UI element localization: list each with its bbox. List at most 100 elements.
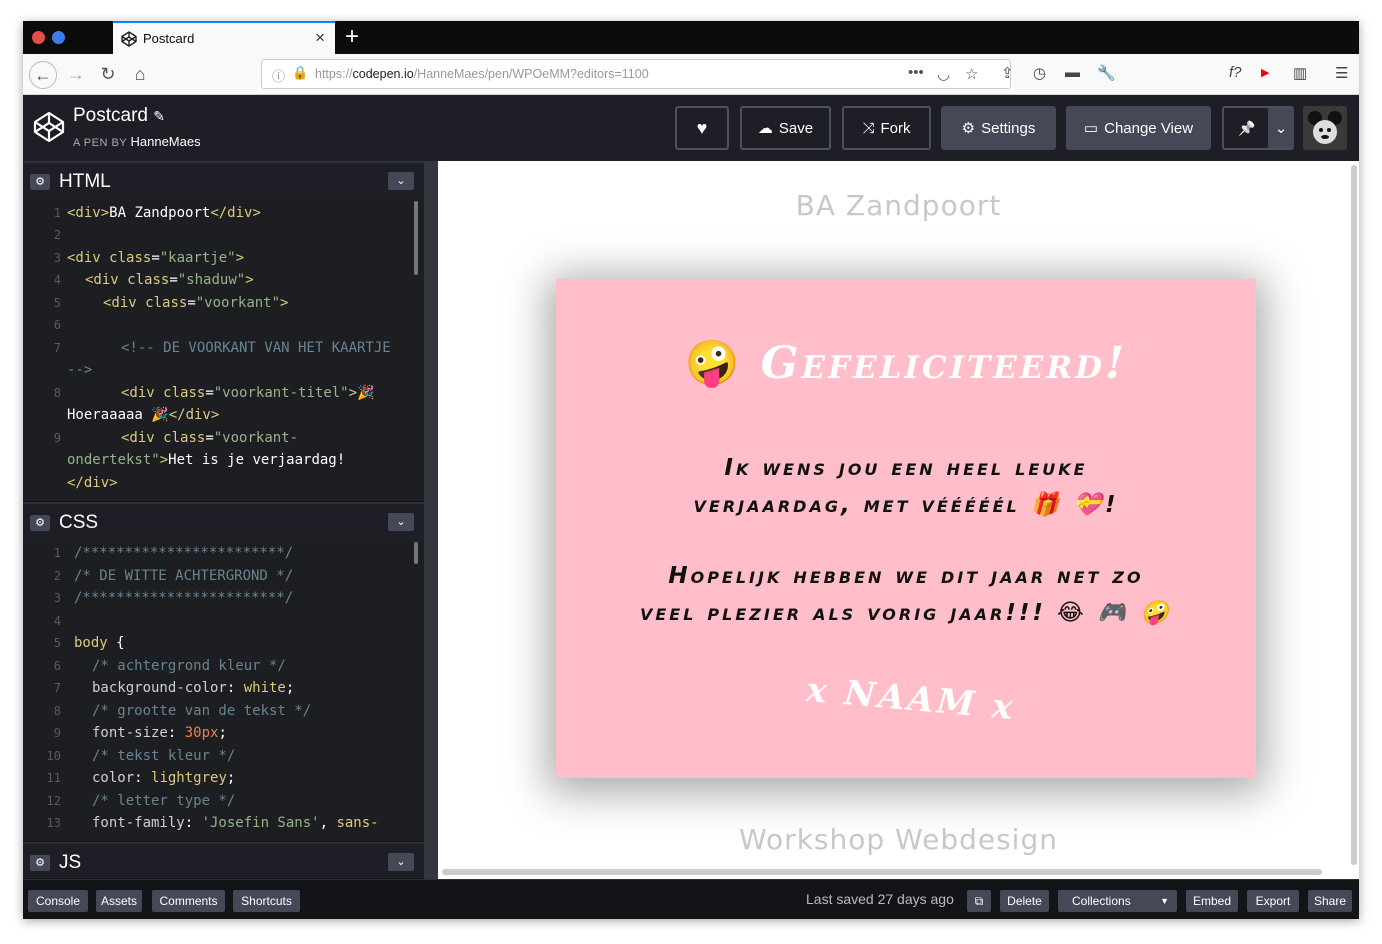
minimize-window-button[interactable] <box>52 31 65 44</box>
card-title: 🤪 Gefeliciteerd! <box>684 338 1128 389</box>
assets-button[interactable]: Assets <box>96 890 142 912</box>
chevron-down-icon[interactable]: ⌄ <box>388 172 414 190</box>
close-icon[interactable]: × <box>315 28 325 48</box>
pen-title[interactable]: Postcard ✎ <box>73 105 165 127</box>
code-line: /************************/ <box>74 545 294 561</box>
line-number: 2 <box>53 569 61 583</box>
code-line: /* tekst kleur */ <box>92 748 236 764</box>
library-icon[interactable]: ⇪ <box>1001 64 1014 82</box>
forward-arrow-icon[interactable]: → <box>63 61 89 87</box>
line-number: 1 <box>53 206 61 220</box>
codepen-logo-icon[interactable] <box>33 111 65 143</box>
code-line: /* letter type */ <box>92 793 236 809</box>
fork-icon: ⤨ <box>862 119 875 137</box>
line-number: 3 <box>53 591 61 605</box>
export-button[interactable]: Export <box>1247 890 1299 912</box>
js-editor-header[interactable]: ⚙ JS ⌄ <box>23 842 424 878</box>
chevron-down-icon[interactable]: ⌄ <box>388 853 414 871</box>
navigation-bar: ← → ↻ ⌂ ⓘ 🔒 https://codepen.io/HanneMaes… <box>23 54 1359 95</box>
html-editor-scrollbar[interactable] <box>414 201 418 275</box>
home-icon[interactable]: ⌂ <box>127 61 153 87</box>
wrench-icon[interactable]: 🔧 <box>1097 64 1116 82</box>
edit-pencil-icon[interactable]: ✎ <box>153 108 165 124</box>
pocket-icon[interactable]: ◡ <box>937 65 950 83</box>
code-line: <div class="voorkant-titel">🎉 <box>121 385 375 401</box>
card-text-line: veel plezier als vorig jaar!!! 😂 🎮 🤪 <box>639 600 1172 626</box>
embed-button[interactable]: Embed <box>1186 890 1238 912</box>
new-tab-button[interactable]: + <box>345 23 359 51</box>
save-button[interactable]: ☁ Save <box>740 106 831 150</box>
line-number: 4 <box>53 614 61 628</box>
caret-down-icon: ▼ <box>1160 896 1169 906</box>
more-actions-icon[interactable]: ••• <box>908 64 924 81</box>
preview-pane[interactable]: BA Zandpoort 🤪 Gefeliciteerd! Ik wens jo… <box>438 161 1359 879</box>
chevron-down-icon[interactable]: ⌄ <box>1268 108 1294 148</box>
html-code-editor[interactable]: 1 2 3 4 5 6 7 8 9 <div>BA Zandpoort</div… <box>23 197 424 501</box>
css-editor-header[interactable]: ⚙ CSS ⌄ <box>23 502 424 538</box>
info-icon[interactable]: ⓘ <box>272 66 285 85</box>
reload-icon[interactable]: ↻ <box>95 61 121 87</box>
open-external-icon[interactable]: ⧉ <box>967 890 991 912</box>
html-editor-header[interactable]: ⚙ HTML ⌄ <box>23 161 424 197</box>
code-line: Hoeraaaaa 🎉</div> <box>67 407 220 423</box>
line-number: 7 <box>53 341 61 355</box>
fork-button[interactable]: ⤨ Fork <box>842 106 931 150</box>
preview-vertical-scrollbar[interactable] <box>1351 165 1357 865</box>
console-button[interactable]: Console <box>28 890 88 912</box>
line-number: 11 <box>46 771 61 785</box>
card-text-line: verjaardag, met vééééél 🎁 💝! <box>693 492 1119 518</box>
line-number: 8 <box>53 704 61 718</box>
fence-icon[interactable]: ▥ <box>1293 64 1307 82</box>
share-button[interactable]: Share <box>1308 890 1352 912</box>
insecure-lock-icon[interactable]: 🔒 <box>292 65 308 81</box>
delete-button[interactable]: Delete <box>1000 890 1049 912</box>
shortcuts-button[interactable]: Shortcuts <box>233 890 300 912</box>
pin-button[interactable]: 📌 ⌄ <box>1222 106 1294 150</box>
url-bar[interactable]: ⓘ 🔒 https://codepen.io/HanneMaes/pen/WPO… <box>261 59 1011 89</box>
css-code-editor[interactable]: 1 2 3 4 5 6 7 8 9 10 11 12 13 /*********… <box>23 538 424 841</box>
history-icon[interactable]: ◷ <box>1033 64 1046 82</box>
code-line: <div class="shaduw"> <box>85 272 254 288</box>
gear-icon[interactable]: ⚙ <box>30 855 50 871</box>
line-number: 13 <box>46 816 61 830</box>
close-window-button[interactable] <box>32 31 45 44</box>
hamburger-menu-icon[interactable]: ☰ <box>1335 64 1348 82</box>
author-link[interactable]: HanneMaes <box>131 134 201 149</box>
line-number: 9 <box>53 431 61 445</box>
code-line: </div> <box>67 475 118 491</box>
function-icon[interactable]: f? <box>1229 64 1242 81</box>
codepen-icon <box>121 31 137 47</box>
collections-dropdown[interactable]: Collections ▼ <box>1058 890 1177 912</box>
gear-icon[interactable]: ⚙ <box>30 174 50 190</box>
line-number: 6 <box>53 659 61 673</box>
code-line: <div class="voorkant"> <box>103 295 289 311</box>
card-text-line: Hopelijk hebben we dit jaar net zo <box>668 563 1144 589</box>
editor-column: ⚙ HTML ⌄ 1 2 3 4 5 6 7 8 9 <div>BA Zandp… <box>23 161 424 879</box>
footer-bar: Console Assets Comments Shortcuts Last s… <box>23 879 1359 919</box>
change-view-button[interactable]: ▭ Change View <box>1066 106 1211 150</box>
settings-button[interactable]: ⚙ Settings <box>941 106 1056 150</box>
heart-button[interactable]: ♥ <box>675 106 729 150</box>
url-text[interactable]: https://codepen.io/HanneMaes/pen/WPOeMM?… <box>315 67 649 81</box>
line-number: 5 <box>53 636 61 650</box>
gear-icon[interactable]: ⚙ <box>30 515 50 531</box>
hat-icon[interactable]: ▬ <box>1065 64 1080 81</box>
bookmark-star-icon[interactable]: ☆ <box>965 65 978 83</box>
code-line: <!-- DE VOORKANT VAN HET KAARTJE <box>121 340 391 356</box>
pin-icon: 📌 <box>1238 119 1256 136</box>
preview-bottom-text: Workshop Webdesign <box>739 823 1058 856</box>
youtube-icon[interactable]: ▶ <box>1261 66 1269 79</box>
line-number: 8 <box>53 386 61 400</box>
css-editor-title: CSS <box>59 512 99 533</box>
back-arrow-icon[interactable]: ← <box>29 61 57 89</box>
browser-tab[interactable]: Postcard × <box>113 21 335 54</box>
preview-horizontal-scrollbar[interactable] <box>442 869 1322 875</box>
resize-handle[interactable] <box>424 161 438 879</box>
chevron-down-icon[interactable]: ⌄ <box>388 513 414 531</box>
avatar[interactable] <box>1303 106 1347 150</box>
css-editor-scrollbar[interactable] <box>414 542 418 564</box>
line-number: 9 <box>53 726 61 740</box>
line-number: 4 <box>53 273 61 287</box>
pen-byline: A PEN BY HanneMaes <box>73 134 201 149</box>
comments-button[interactable]: Comments <box>152 890 225 912</box>
